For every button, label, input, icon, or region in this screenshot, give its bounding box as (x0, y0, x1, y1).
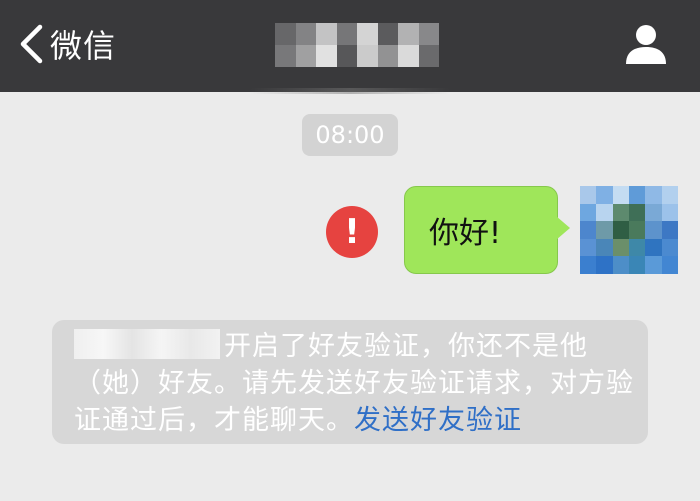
contact-name-obscured (274, 22, 440, 68)
obscured-username (74, 329, 220, 359)
back-button[interactable]: 微信 (18, 18, 116, 70)
send-verification-link[interactable]: 发送好友验证 (354, 405, 522, 436)
bubble-tail (556, 216, 570, 240)
avatar[interactable] (580, 186, 678, 274)
friend-verification-notice: 开启了好友验证，你还不是他（她）好友。请先发送好友验证请求，对方验证通过后，才能… (52, 320, 648, 444)
person-icon (626, 25, 666, 64)
back-label: 微信 (50, 27, 117, 65)
navigation-bar: 微信 (0, 0, 700, 92)
sent-message-bubble[interactable]: 你好! (404, 186, 558, 274)
message-text: 你好! (429, 216, 502, 251)
title-shadow (250, 88, 450, 94)
message-timestamp: 08:00 (302, 114, 398, 156)
exclamation-icon[interactable]: ! (326, 206, 378, 258)
pixelated-title (275, 23, 439, 67)
profile-button[interactable] (624, 22, 668, 66)
chevron-left-icon (20, 24, 43, 64)
